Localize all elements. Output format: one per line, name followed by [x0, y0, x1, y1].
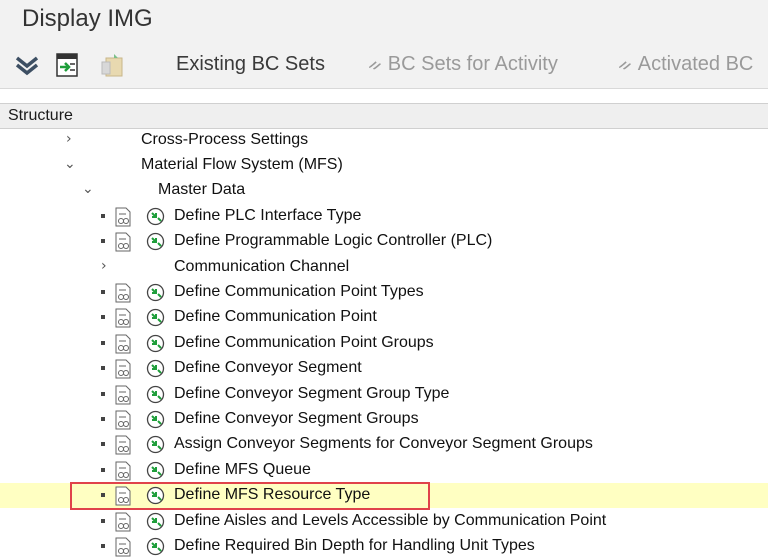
- structure-column-header: Structure: [0, 103, 768, 129]
- documentation-icon[interactable]: [113, 461, 133, 481]
- tree-node[interactable]: › Communication Channel: [0, 255, 768, 280]
- find-icon[interactable]: [54, 52, 80, 78]
- execute-icon[interactable]: [146, 283, 165, 302]
- execute-icon[interactable]: [146, 512, 165, 531]
- bullet-icon: [101, 341, 105, 345]
- documentation-icon[interactable]: [113, 334, 133, 354]
- tree-activity[interactable]: Define Aisles and Levels Accessible by C…: [0, 509, 768, 534]
- bullet-icon: [101, 315, 105, 319]
- tree-activity[interactable]: Define Conveyor Segment Group Type: [0, 382, 768, 407]
- documentation-icon[interactable]: [113, 283, 133, 303]
- tree-activity[interactable]: Define Communication Point: [0, 305, 768, 330]
- bullet-icon: [101, 442, 105, 446]
- chevron-right-icon[interactable]: ›: [66, 131, 72, 147]
- title-bar: Display IMG: [0, 0, 768, 40]
- documentation-icon[interactable]: [113, 410, 133, 430]
- execute-icon[interactable]: [146, 207, 165, 226]
- tree-activity[interactable]: Assign Conveyor Segments for Conveyor Se…: [0, 432, 768, 457]
- documentation-icon[interactable]: [113, 359, 133, 379]
- execute-icon[interactable]: [146, 385, 165, 404]
- transport-icon[interactable]: [100, 52, 126, 78]
- documentation-icon[interactable]: [113, 512, 133, 532]
- bullet-icon: [101, 239, 105, 243]
- glasses-icon: ᨀ: [618, 54, 633, 74]
- bullet-icon: [101, 519, 105, 523]
- activated-bc-sets-button[interactable]: ᨀ Activated BC: [618, 50, 753, 78]
- annotation-highlight-box: [70, 482, 430, 510]
- execute-icon[interactable]: [146, 461, 165, 480]
- chevron-right-icon[interactable]: ›: [101, 258, 107, 274]
- documentation-icon[interactable]: [113, 232, 133, 252]
- toolbar: Existing BC Sets ᨀ BC Sets for Activity ᨀ…: [0, 40, 768, 89]
- execute-icon[interactable]: [146, 359, 165, 378]
- chevron-down-icon[interactable]: ⌄: [64, 156, 76, 172]
- bullet-icon: [101, 214, 105, 218]
- execute-icon[interactable]: [146, 537, 165, 556]
- execute-icon[interactable]: [146, 410, 165, 429]
- existing-bc-sets-button[interactable]: Existing BC Sets: [176, 50, 325, 78]
- execute-icon[interactable]: [146, 435, 165, 454]
- bullet-icon: [101, 290, 105, 294]
- execute-icon[interactable]: [146, 232, 165, 251]
- tree-activity[interactable]: Define MFS Queue: [0, 458, 768, 483]
- tree-activity[interactable]: Define PLC Interface Type: [0, 204, 768, 229]
- documentation-icon[interactable]: [113, 308, 133, 328]
- window-title: Display IMG: [22, 5, 153, 32]
- tree-node[interactable]: ⌄ Master Data: [0, 178, 768, 203]
- tree-activity[interactable]: Define Communication Point Types: [0, 280, 768, 305]
- tree-activity[interactable]: Define Communication Point Groups: [0, 331, 768, 356]
- execute-icon[interactable]: [146, 308, 165, 327]
- documentation-icon[interactable]: [113, 207, 133, 227]
- bullet-icon: [101, 417, 105, 421]
- bullet-icon: [101, 544, 105, 548]
- execute-icon[interactable]: [146, 334, 165, 353]
- tree-node[interactable]: ⌄ Material Flow System (MFS): [0, 153, 768, 178]
- expand-all-icon[interactable]: [14, 52, 40, 78]
- bullet-icon: [101, 392, 105, 396]
- documentation-icon[interactable]: [113, 435, 133, 455]
- glasses-icon: ᨀ: [368, 54, 383, 74]
- documentation-icon[interactable]: [113, 385, 133, 405]
- tree-activity[interactable]: Define Conveyor Segment Groups: [0, 407, 768, 432]
- tree-activity[interactable]: Define Programmable Logic Controller (PL…: [0, 229, 768, 254]
- tree-activity[interactable]: Define Required Bin Depth for Handling U…: [0, 534, 768, 559]
- chevron-down-icon[interactable]: ⌄: [82, 181, 94, 197]
- bullet-icon: [101, 468, 105, 472]
- tree-node[interactable]: › Cross-Process Settings: [0, 128, 768, 153]
- bc-sets-for-activity-button[interactable]: ᨀ BC Sets for Activity: [368, 50, 558, 78]
- bullet-icon: [101, 366, 105, 370]
- tree-activity[interactable]: Define Conveyor Segment: [0, 356, 768, 381]
- documentation-icon[interactable]: [113, 537, 133, 557]
